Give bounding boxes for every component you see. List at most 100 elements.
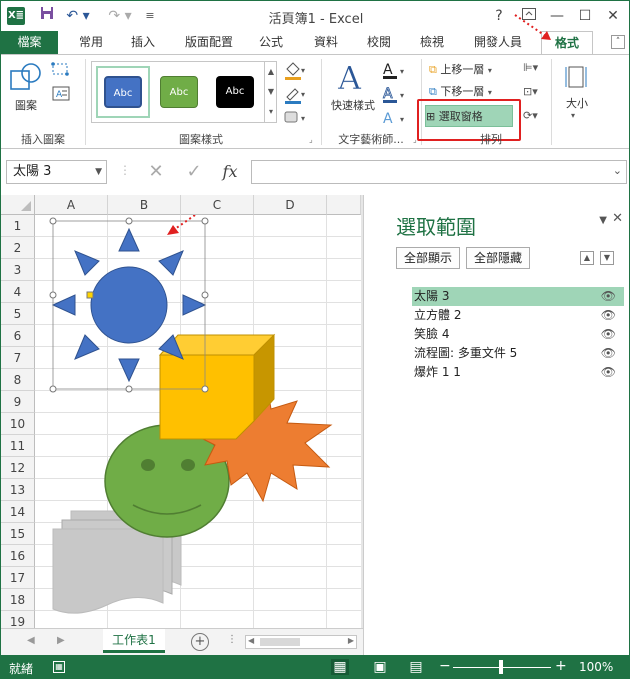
cancel-icon[interactable]: ✕ <box>141 160 171 184</box>
row-header-16[interactable]: 16 <box>1 545 35 567</box>
row-header-6[interactable]: 6 <box>1 325 35 347</box>
column-header-d[interactable]: D <box>254 195 327 215</box>
text-outline-icon[interactable]: A ▾ <box>381 85 409 105</box>
maximize-button[interactable]: ☐ <box>571 5 599 27</box>
rotate-icon[interactable]: ⟳▾ <box>523 109 545 127</box>
style-swatch-green[interactable]: Abc <box>160 76 198 108</box>
row-header-5[interactable]: 5 <box>1 303 35 325</box>
visibility-eye-icon[interactable]: 👁 <box>601 306 616 325</box>
formula-input[interactable]: ⌄ <box>251 160 627 184</box>
name-box[interactable]: 太陽 3 ▼ <box>6 160 107 184</box>
column-header-c[interactable]: C <box>181 195 254 215</box>
selection-pane-button[interactable]: ⊞ 選取窗格 <box>425 105 513 127</box>
zoom-out-icon[interactable]: − <box>439 658 451 674</box>
move-up-icon[interactable]: ▲ <box>580 251 594 265</box>
tab-home[interactable]: 常用 <box>71 31 111 54</box>
row-header-11[interactable]: 11 <box>1 435 35 457</box>
zoom-slider-thumb[interactable] <box>499 660 503 674</box>
shape-styles-gallery[interactable]: Abc Abc Abc ▲ ▼ ▾ <box>91 61 277 123</box>
sheet-tab-1[interactable]: 工作表1 <box>103 629 165 653</box>
shape-effects-icon[interactable]: ▾ <box>283 109 307 127</box>
macro-record-icon[interactable]: ▦ <box>53 661 65 673</box>
shape-outline-icon[interactable]: ▾ <box>283 85 307 105</box>
sun-shape[interactable] <box>51 227 207 383</box>
row-header-10[interactable]: 10 <box>1 413 35 435</box>
row-header-1[interactable]: 1 <box>1 215 35 237</box>
pane-item-explosion[interactable]: 爆炸 1 1 👁 <box>412 363 624 382</box>
bring-forward-button[interactable]: ⧉ 上移一層 ▾ <box>429 61 521 79</box>
tab-formulas[interactable]: 公式 <box>251 31 291 54</box>
shapes-gallery-icon[interactable] <box>9 61 43 95</box>
page-break-view-icon[interactable]: ▤ <box>407 659 425 675</box>
enter-icon[interactable]: ✓ <box>179 160 209 184</box>
tab-file[interactable]: 檔案 <box>1 31 58 54</box>
shape-fill-icon[interactable]: ▾ <box>283 61 307 81</box>
scroll-thumb[interactable] <box>260 638 300 646</box>
tab-review[interactable]: 校閱 <box>359 31 399 54</box>
zoom-level[interactable]: 100% <box>579 660 613 674</box>
gallery-scroll[interactable]: ▲ ▼ ▾ <box>264 62 277 122</box>
name-box-dropdown-icon[interactable]: ▼ <box>95 161 102 183</box>
pane-item-multidocument[interactable]: 流程圖: 多重文件 5 👁 <box>412 344 624 363</box>
pane-item-smiley[interactable]: 笑臉 4 👁 <box>412 325 624 344</box>
visibility-eye-icon[interactable]: 👁 <box>601 363 616 382</box>
scroll-sheets-left-icon[interactable]: ◀ <box>27 635 35 646</box>
style-swatch-black[interactable]: Abc <box>216 76 254 108</box>
show-all-button[interactable]: 全部顯示 <box>396 247 460 269</box>
row-header-12[interactable]: 12 <box>1 457 35 479</box>
worksheet-grid[interactable]: A B C D 1 2 3 4 5 6 7 8 9 10 11 12 13 14 15 16 17 18 19 <box>1 195 361 628</box>
help-button[interactable]: ? <box>485 5 513 27</box>
quick-styles-label[interactable]: 快速樣式 <box>327 97 379 113</box>
dialog-launcher-icon[interactable]: ⌟ <box>309 135 317 144</box>
row-header-9[interactable]: 9 <box>1 391 35 413</box>
visibility-eye-icon[interactable]: 👁 <box>601 344 616 363</box>
text-effects-icon[interactable]: A ▾ <box>381 109 409 129</box>
select-all-corner[interactable] <box>1 195 35 215</box>
move-down-icon[interactable]: ▼ <box>600 251 614 265</box>
pane-close-icon[interactable]: ✕ <box>612 211 623 226</box>
row-header-18[interactable]: 18 <box>1 589 35 611</box>
column-header-b[interactable]: B <box>108 195 181 215</box>
page-layout-view-icon[interactable]: ▣ <box>371 659 389 675</box>
size-dropdown-icon[interactable]: ▾ <box>571 111 583 120</box>
tab-view[interactable]: 檢視 <box>412 31 452 54</box>
size-label[interactable]: 大小 <box>561 95 593 111</box>
edit-shape-icon[interactable] <box>51 61 73 79</box>
expand-formula-bar-icon[interactable]: ⌄ <box>613 164 622 177</box>
style-swatch-blue[interactable]: Abc <box>104 76 142 108</box>
scroll-sheets-right-icon[interactable]: ▶ <box>57 635 65 646</box>
row-header-17[interactable]: 17 <box>1 567 35 589</box>
hide-all-button[interactable]: 全部隱藏 <box>466 247 530 269</box>
collapse-ribbon-icon[interactable]: ˄ <box>611 35 625 49</box>
wordart-quick-styles-icon[interactable]: A <box>335 59 369 98</box>
shapes-label[interactable]: 圖案 <box>11 97 41 113</box>
row-header-3[interactable]: 3 <box>1 259 35 281</box>
visibility-eye-icon[interactable]: 👁 <box>601 325 616 344</box>
pane-item-cube[interactable]: 立方體 2 👁 <box>412 306 624 325</box>
group-objects-icon[interactable]: ⊡▾ <box>523 85 545 103</box>
row-header-19[interactable]: 19 <box>1 611 35 628</box>
normal-view-icon[interactable]: ▦ <box>331 659 349 675</box>
zoom-in-icon[interactable]: + <box>555 658 567 674</box>
tab-insert[interactable]: 插入 <box>123 31 163 54</box>
size-icon[interactable] <box>563 63 589 91</box>
align-icon[interactable]: ⊫▾ <box>523 61 545 79</box>
sheetbar-splitter-icon[interactable]: ⋮ <box>227 634 237 645</box>
scroll-left-icon[interactable]: ◀ <box>248 636 254 645</box>
text-fill-icon[interactable]: A ▾ <box>381 61 409 81</box>
insert-function-icon[interactable]: fx <box>215 160 245 184</box>
tab-page-layout[interactable]: 版面配置 <box>179 31 239 54</box>
visibility-eye-icon[interactable]: 👁 <box>601 287 616 306</box>
row-header-4[interactable]: 4 <box>1 281 35 303</box>
tab-data[interactable]: 資料 <box>306 31 346 54</box>
row-header-13[interactable]: 13 <box>1 479 35 501</box>
scroll-right-icon[interactable]: ▶ <box>348 636 354 645</box>
row-header-14[interactable]: 14 <box>1 501 35 523</box>
row-header-8[interactable]: 8 <box>1 369 35 391</box>
row-header-7[interactable]: 7 <box>1 347 35 369</box>
column-header-a[interactable]: A <box>35 195 108 215</box>
pane-item-sun[interactable]: 太陽 3 👁 <box>412 287 624 306</box>
pane-options-icon[interactable]: ▼ <box>599 215 607 226</box>
text-box-icon[interactable]: A <box>51 85 73 103</box>
new-sheet-icon[interactable]: + <box>191 633 209 651</box>
